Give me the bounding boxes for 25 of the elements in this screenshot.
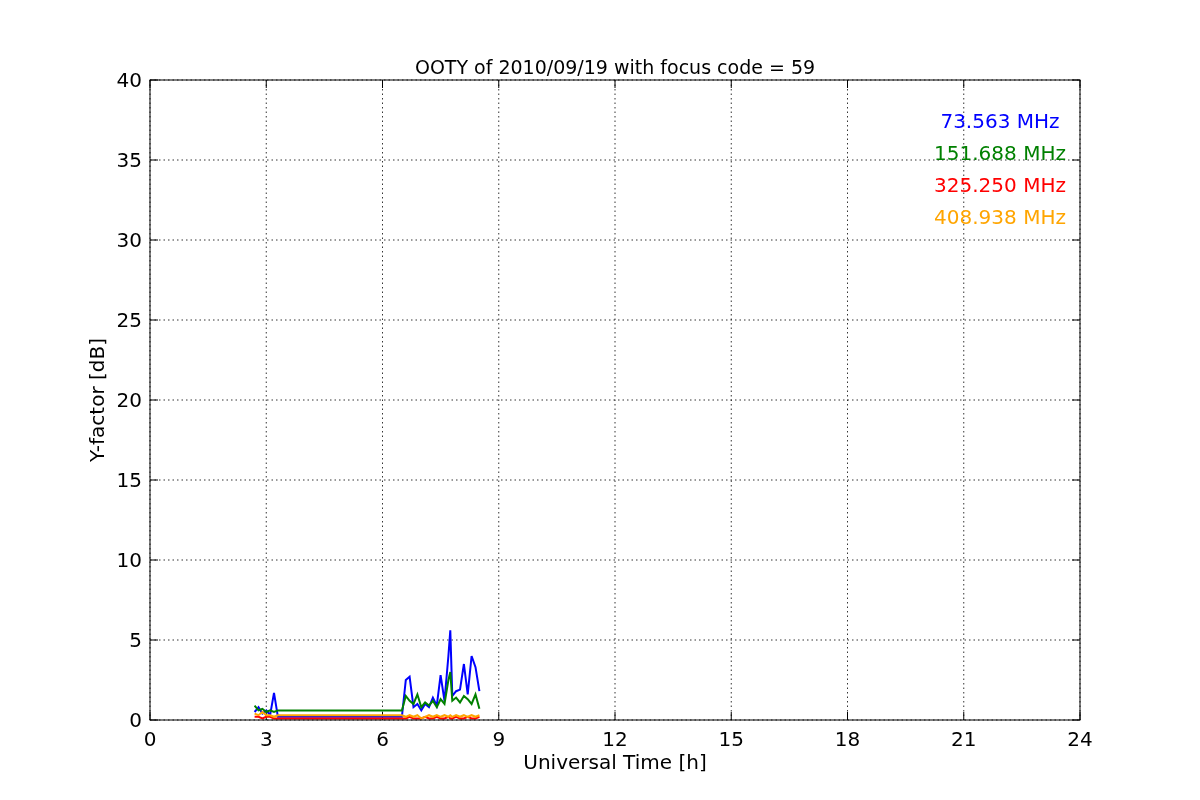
legend-label: 151.688 MHz <box>934 141 1066 165</box>
x-tick-label: 21 <box>951 727 977 751</box>
y-tick-label: 30 <box>116 228 142 252</box>
y-tick-label: 40 <box>116 68 142 92</box>
x-tick-label: 3 <box>259 727 273 751</box>
legend-label: 408.938 MHz <box>934 205 1066 229</box>
y-tick-label: 20 <box>116 388 142 412</box>
y-tick-label: 35 <box>116 148 142 172</box>
x-tick-label: 9 <box>492 727 506 751</box>
y-tick-label: 0 <box>129 708 142 732</box>
y-tick-label: 25 <box>116 308 142 332</box>
x-tick-label: 0 <box>143 727 157 751</box>
y-tick-label: 10 <box>116 548 142 572</box>
y-tick-label: 5 <box>129 628 142 652</box>
chart-title: OOTY of 2010/09/19 with focus code = 59 <box>414 56 816 78</box>
x-tick-label: 24 <box>1067 727 1093 751</box>
x-axis-label: Universal Time [h] <box>523 750 707 774</box>
x-tick-label: 12 <box>602 727 628 751</box>
legend-label: 73.563 MHz <box>940 109 1060 133</box>
x-tick-label: 18 <box>834 727 861 751</box>
y-tick-label: 15 <box>116 468 142 492</box>
x-tick-label: 15 <box>718 727 744 751</box>
x-tick-label: 6 <box>376 727 389 751</box>
legend-label: 325.250 MHz <box>934 173 1066 197</box>
y-axis-label: Y-factor [dB] <box>85 338 109 462</box>
